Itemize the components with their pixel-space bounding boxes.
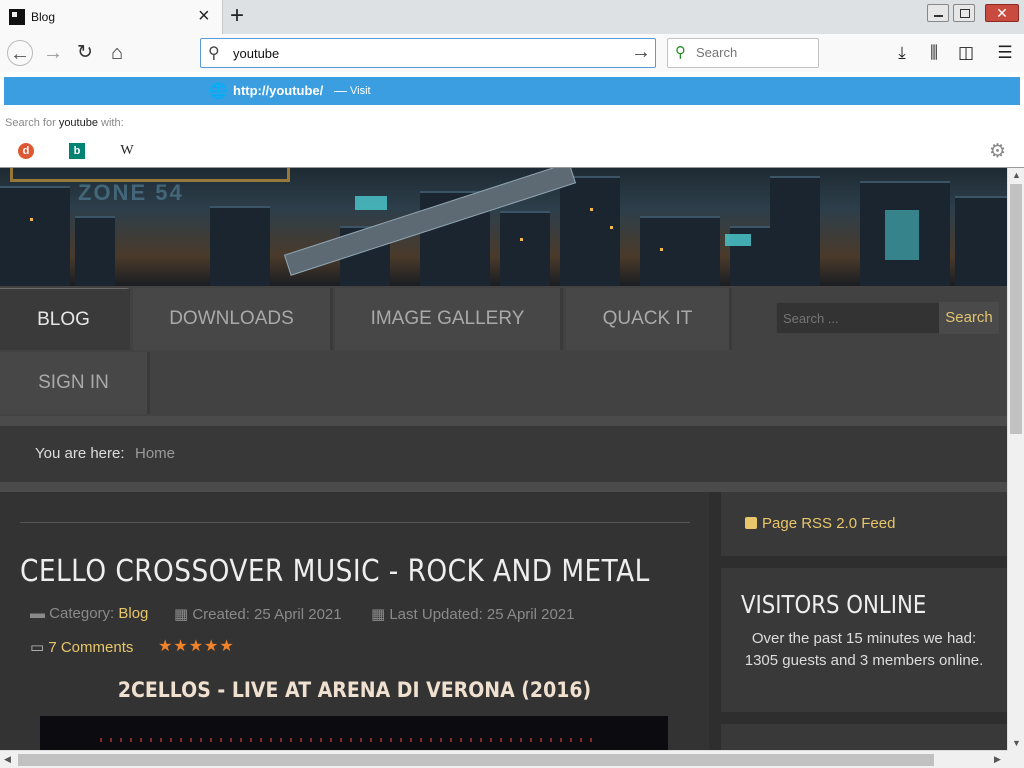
site-logo: ZONE 54 <box>78 180 184 205</box>
go-arrow-icon[interactable]: → <box>631 41 651 64</box>
tab-blog[interactable]: Blog × <box>0 0 223 34</box>
visitors-text: Over the past 15 minutes we had: 1305 gu… <box>744 630 984 669</box>
article-created-date: ▦ Created: 25 April 2021 <box>174 606 342 623</box>
home-icon[interactable]: ⌂ <box>104 40 130 66</box>
search-for-label: Search for youtube with: <box>5 117 124 129</box>
library-icon[interactable]: ⫼ <box>921 40 947 66</box>
horizontal-scrollbar[interactable]: ◀ ▶ <box>0 750 1007 768</box>
article-updated-date: ▦ Last Updated: 25 April 2021 <box>371 606 575 623</box>
suggestion-url: http://youtube/ <box>233 83 324 98</box>
address-bar[interactable]: ⚲ youtube → <box>200 38 656 68</box>
breadcrumb-label: You are here: <box>35 445 125 462</box>
search-box[interactable]: ⚲ <box>667 38 819 68</box>
suggestion-row[interactable]: 🌐 http://youtube/ — Visit <box>4 77 1020 105</box>
nav-item-image-gallery[interactable]: IMAGE GALLERY <box>335 288 563 350</box>
nav-item-blog[interactable]: BLOG <box>0 288 130 350</box>
back-arrow-icon[interactable]: ← <box>7 40 33 66</box>
calendar-icon: ▦ <box>371 606 390 623</box>
hamburger-menu-icon[interactable]: ☰ <box>992 40 1018 66</box>
article-category: ▬ Category: Blog <box>30 605 149 622</box>
search-icon: ⚲ <box>208 45 220 62</box>
rss-link[interactable]: Page RSS 2.0 Feed <box>762 515 895 532</box>
category-link[interactable]: Blog <box>118 605 148 622</box>
reload-icon[interactable]: ↻ <box>72 40 98 66</box>
article: CELLO CROSSOVER MUSIC - ROCK AND METAL ▬… <box>0 492 709 750</box>
download-icon[interactable]: ⤓ <box>889 40 915 66</box>
sidebar-icon[interactable]: ◫ <box>953 40 979 66</box>
rating-stars[interactable]: ★★★★★ <box>158 636 235 656</box>
visitors-module: VISITORS ONLINE Over the past 15 minutes… <box>721 568 1007 712</box>
tab-strip: Blog × + ✕ <box>0 0 1024 34</box>
new-tab-button[interactable]: + <box>230 2 244 30</box>
site-favicon-icon <box>9 9 25 25</box>
scroll-down-icon[interactable]: ▼ <box>1012 738 1021 748</box>
search-input[interactable] <box>696 45 811 60</box>
nav-item-sign-in[interactable]: SIGN IN <box>0 352 150 414</box>
nav-item-downloads[interactable]: DOWNLOADS <box>133 288 333 350</box>
site-main-nav: BLOG DOWNLOADS IMAGE GALLERY QUACK IT SI… <box>0 286 1007 416</box>
wikipedia-icon[interactable]: W <box>119 143 135 159</box>
nav-item-quack-it[interactable]: QUACK IT <box>566 288 732 350</box>
article-subtitle: 2CELLOS - LIVE AT ARENA DI VERONA (2016) <box>117 678 592 702</box>
suggestion-action: Visit <box>350 85 371 97</box>
close-tab-icon[interactable]: × <box>198 5 210 27</box>
search-engine-icon: ⚲ <box>675 44 686 61</box>
scroll-up-icon[interactable]: ▲ <box>1012 170 1021 180</box>
duckduckgo-icon[interactable]: d <box>18 143 34 159</box>
breadcrumb: You are here: Home <box>0 426 1007 482</box>
bing-icon[interactable]: b <box>69 143 85 159</box>
site-search-input[interactable] <box>776 302 940 334</box>
address-input[interactable]: youtube <box>233 46 279 61</box>
comments-link[interactable]: ▭ 7 Comments <box>30 638 133 656</box>
vertical-scroll-thumb[interactable] <box>1010 184 1022 434</box>
forward-arrow-icon[interactable]: → <box>40 40 66 66</box>
site-search-button[interactable]: Search <box>939 302 999 334</box>
url-suggestions-dropdown: 🌐 http://youtube/ — Visit Search for you… <box>0 72 1024 168</box>
site-banner-image: ZONE 54 <box>0 168 1007 286</box>
tab-title: Blog <box>31 10 56 24</box>
breadcrumb-home-link[interactable]: Home <box>135 445 175 462</box>
scroll-left-icon[interactable]: ◀ <box>4 754 11 765</box>
comment-icon: ▭ <box>30 639 49 656</box>
article-title[interactable]: CELLO CROSSOVER MUSIC - ROCK AND METAL <box>20 554 650 589</box>
folder-icon: ▬ <box>30 605 50 622</box>
calendar-icon: ▦ <box>174 606 193 623</box>
suggestion-dash: — <box>334 83 347 98</box>
navigation-toolbar: ← → ↻ ⌂ ⚲ youtube → ⚲ ⤓ ⫼ ◫ ☰ <box>0 34 1024 72</box>
visitors-title: VISITORS ONLINE <box>741 590 927 619</box>
web-page: ZONE 54 BLOG DOWNLOADS IMAGE GALLERY QUA… <box>0 168 1007 750</box>
embedded-video[interactable] <box>40 716 668 750</box>
site-sidebar: Page RSS 2.0 Feed VISITORS ONLINE Over t… <box>709 492 1007 750</box>
sidebar-module <box>721 724 1007 750</box>
horizontal-scroll-thumb[interactable] <box>18 754 934 766</box>
close-window-button[interactable]: ✕ <box>985 4 1019 22</box>
rss-module: Page RSS 2.0 Feed <box>721 492 1007 556</box>
globe-icon: 🌐 <box>209 83 228 100</box>
minimize-window-button[interactable] <box>927 4 949 22</box>
maximize-window-button[interactable] <box>953 4 975 22</box>
rss-icon <box>745 517 757 529</box>
gear-icon[interactable]: ⚙ <box>989 140 1006 163</box>
scroll-right-icon[interactable]: ▶ <box>994 754 1001 765</box>
vertical-scrollbar[interactable]: ▲ ▼ <box>1007 168 1024 750</box>
